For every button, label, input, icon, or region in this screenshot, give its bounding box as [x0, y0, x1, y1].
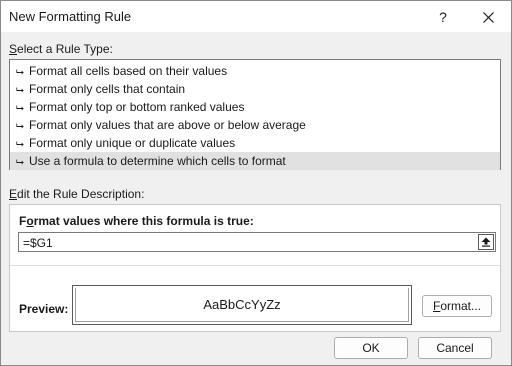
close-button[interactable] — [471, 4, 505, 30]
collapse-dialog-icon — [481, 237, 491, 247]
rule-type-item-top-bottom[interactable]: ⮡ Format only top or bottom ranked values — [10, 98, 500, 116]
formula-label: Format values where this formula is true… — [19, 214, 254, 228]
rule-type-item-unique-duplicate[interactable]: ⮡ Format only unique or duplicate values — [10, 134, 500, 152]
help-button[interactable]: ? — [426, 4, 460, 30]
preview-label: Preview: — [19, 302, 69, 316]
arrow-right-icon: ⮡ — [16, 157, 24, 168]
cancel-button[interactable]: Cancel — [418, 337, 492, 359]
new-formatting-rule-dialog: New Formatting Rule ? Select a Rule Type… — [0, 0, 512, 366]
rule-type-item-cells-contain[interactable]: ⮡ Format only cells that contain — [10, 80, 500, 98]
formula-input[interactable]: =$G1 — [18, 232, 496, 252]
rule-description-label: Edit the Rule Description: — [9, 187, 145, 201]
preview-sample: AaBbCcYyZz — [75, 288, 409, 322]
close-icon — [482, 11, 494, 23]
rule-type-item-use-formula[interactable]: ⮡ Use a formula to determine which cells … — [10, 152, 500, 170]
rule-type-item-above-below-average[interactable]: ⮡ Format only values that are above or be… — [10, 116, 500, 134]
ok-button[interactable]: OK — [334, 337, 408, 359]
preview-box: AaBbCcYyZz — [72, 285, 412, 325]
rule-type-item-all-cells[interactable]: ⮡ Format all cells based on their values — [10, 62, 500, 80]
formula-value: =$G1 — [23, 236, 53, 250]
dialog-title: New Formatting Rule — [9, 9, 132, 24]
title-bar: New Formatting Rule ? — [1, 1, 511, 32]
rule-type-list[interactable]: ⮡ Format all cells based on their values … — [9, 59, 501, 170]
help-icon: ? — [439, 9, 447, 25]
collapse-dialog-button[interactable] — [478, 234, 494, 250]
rule-type-label: Select a Rule Type: — [9, 42, 113, 56]
divider — [10, 265, 500, 266]
rule-description-panel: Format values where this formula is true… — [9, 204, 501, 332]
format-button[interactable]: Format... — [422, 295, 492, 317]
